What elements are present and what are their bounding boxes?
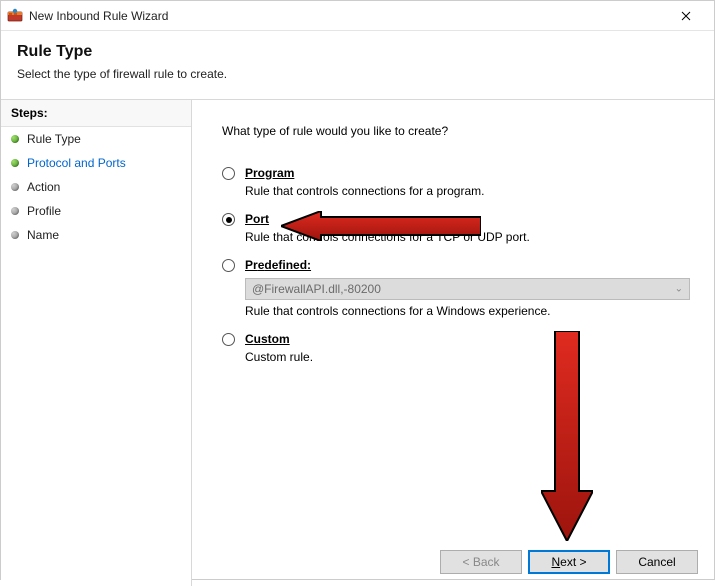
cancel-button[interactable]: Cancel	[616, 550, 698, 574]
label-post: rt	[260, 212, 269, 226]
label-rest: ustom	[254, 332, 290, 346]
step-dot-icon	[11, 183, 19, 191]
chevron-down-icon: ⌄	[675, 284, 683, 295]
radio-program[interactable]	[222, 167, 235, 180]
accel-char: C	[245, 332, 254, 346]
option-custom: Custom Custom rule.	[222, 332, 690, 364]
label-pre: P	[245, 212, 253, 226]
wizard-footer: < Back Next > Cancel	[440, 550, 698, 574]
page-title: Rule Type	[17, 43, 698, 61]
option-port: Port Rule that controls connections for …	[222, 212, 690, 244]
option-custom-desc: Custom rule.	[245, 350, 690, 364]
option-port-label[interactable]: Port	[245, 212, 269, 226]
back-button-label: < Back	[462, 555, 499, 569]
step-name[interactable]: Name	[1, 223, 191, 247]
radio-port[interactable]	[222, 213, 235, 226]
option-custom-label[interactable]: Custom	[245, 332, 290, 346]
step-dot-icon	[11, 159, 19, 167]
next-button-rest: ext >	[560, 555, 586, 569]
step-dot-icon	[11, 135, 19, 143]
option-program: Program Rule that controls connections f…	[222, 166, 690, 198]
step-rule-type[interactable]: Rule Type	[1, 127, 191, 151]
back-button[interactable]: < Back	[440, 550, 522, 574]
step-action[interactable]: Action	[1, 175, 191, 199]
step-profile[interactable]: Profile	[1, 199, 191, 223]
window-title: New Inbound Rule Wizard	[29, 9, 666, 23]
next-button[interactable]: Next >	[528, 550, 610, 574]
option-port-desc: Rule that controls connections for a TCP…	[245, 230, 690, 244]
step-label: Rule Type	[27, 132, 81, 146]
step-label: Name	[27, 228, 59, 242]
step-label: Profile	[27, 204, 61, 218]
content-prompt: What type of rule would you like to crea…	[222, 124, 690, 138]
cancel-button-label: Cancel	[638, 555, 675, 569]
option-predefined-label[interactable]: Predefined:	[245, 258, 311, 272]
steps-sidebar: Steps: Rule Type Protocol and Ports Acti…	[1, 100, 192, 586]
wizard-body: Steps: Rule Type Protocol and Ports Acti…	[1, 100, 714, 586]
predefined-select-value: @FirewallAPI.dll,-80200	[252, 282, 381, 296]
step-label: Protocol and Ports	[27, 156, 126, 170]
label-pre: Pr	[245, 258, 258, 272]
option-program-label[interactable]: Program	[245, 166, 294, 180]
radio-custom[interactable]	[222, 333, 235, 346]
label-rest: rogram	[253, 166, 294, 180]
step-dot-icon	[11, 207, 19, 215]
option-predefined-desc: Rule that controls connections for a Win…	[245, 304, 690, 318]
option-predefined: Predefined: @FirewallAPI.dll,-80200 ⌄ Ru…	[222, 258, 690, 318]
titlebar: New Inbound Rule Wizard	[1, 1, 714, 31]
step-dot-icon	[11, 231, 19, 239]
close-button[interactable]	[666, 2, 706, 30]
wizard-header: Rule Type Select the type of firewall ru…	[1, 31, 714, 100]
close-icon	[681, 11, 691, 21]
wizard-content: What type of rule would you like to crea…	[192, 100, 714, 586]
next-button-accel: N	[551, 555, 560, 569]
option-program-desc: Rule that controls connections for a pro…	[245, 184, 690, 198]
step-protocol-ports[interactable]: Protocol and Ports	[1, 151, 191, 175]
label-rest: defined:	[264, 258, 311, 272]
predefined-select[interactable]: @FirewallAPI.dll,-80200 ⌄	[245, 278, 690, 300]
predefined-combo: @FirewallAPI.dll,-80200 ⌄	[245, 278, 690, 300]
accel-char: P	[245, 166, 253, 180]
steps-header: Steps:	[1, 100, 191, 127]
radio-predefined[interactable]	[222, 259, 235, 272]
app-icon	[7, 8, 23, 24]
step-label: Action	[27, 180, 60, 194]
page-subtitle: Select the type of firewall rule to crea…	[17, 67, 698, 81]
